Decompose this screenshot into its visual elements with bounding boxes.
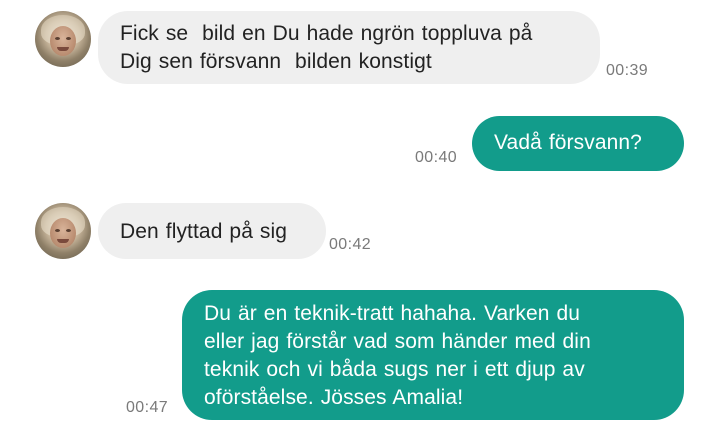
avatar-face: [50, 26, 76, 56]
message-timestamp: 00:47: [126, 399, 169, 416]
message-text-line: teknik och vi båda sugs ner i ett djup a…: [204, 358, 585, 381]
message-text-line: Fick se bild en Du hade ngrön toppluva p…: [120, 22, 533, 45]
contact-avatar[interactable]: [35, 11, 91, 67]
message-timestamp: 00:40: [415, 149, 458, 166]
message-bubble-outgoing[interactable]: Du är en teknik-tratt hahaha. Varken du …: [182, 290, 684, 420]
message-bubble-incoming[interactable]: Fick se bild en Du hade ngrön toppluva p…: [98, 11, 600, 84]
message-timestamp: 00:39: [606, 62, 649, 79]
message-text-line: eller jag förstår vad som händer med din: [204, 330, 591, 353]
message-text-line: Dig sen försvann bilden konstigt: [120, 50, 432, 73]
message-text-line: Du är en teknik-tratt hahaha. Varken du: [204, 302, 581, 325]
message-text-line: Den flyttad på sig: [120, 220, 288, 243]
message-text-line: Vadå försvann?: [494, 131, 642, 154]
contact-avatar[interactable]: [35, 203, 91, 259]
avatar-face: [50, 218, 76, 248]
message-bubble-outgoing[interactable]: Vadå försvann?: [472, 116, 684, 171]
message-timestamp: 00:42: [329, 236, 372, 253]
message-text-line: oförståelse. Jösses Amalia!: [204, 386, 464, 409]
message-bubble-incoming[interactable]: Den flyttad på sig: [98, 203, 326, 259]
